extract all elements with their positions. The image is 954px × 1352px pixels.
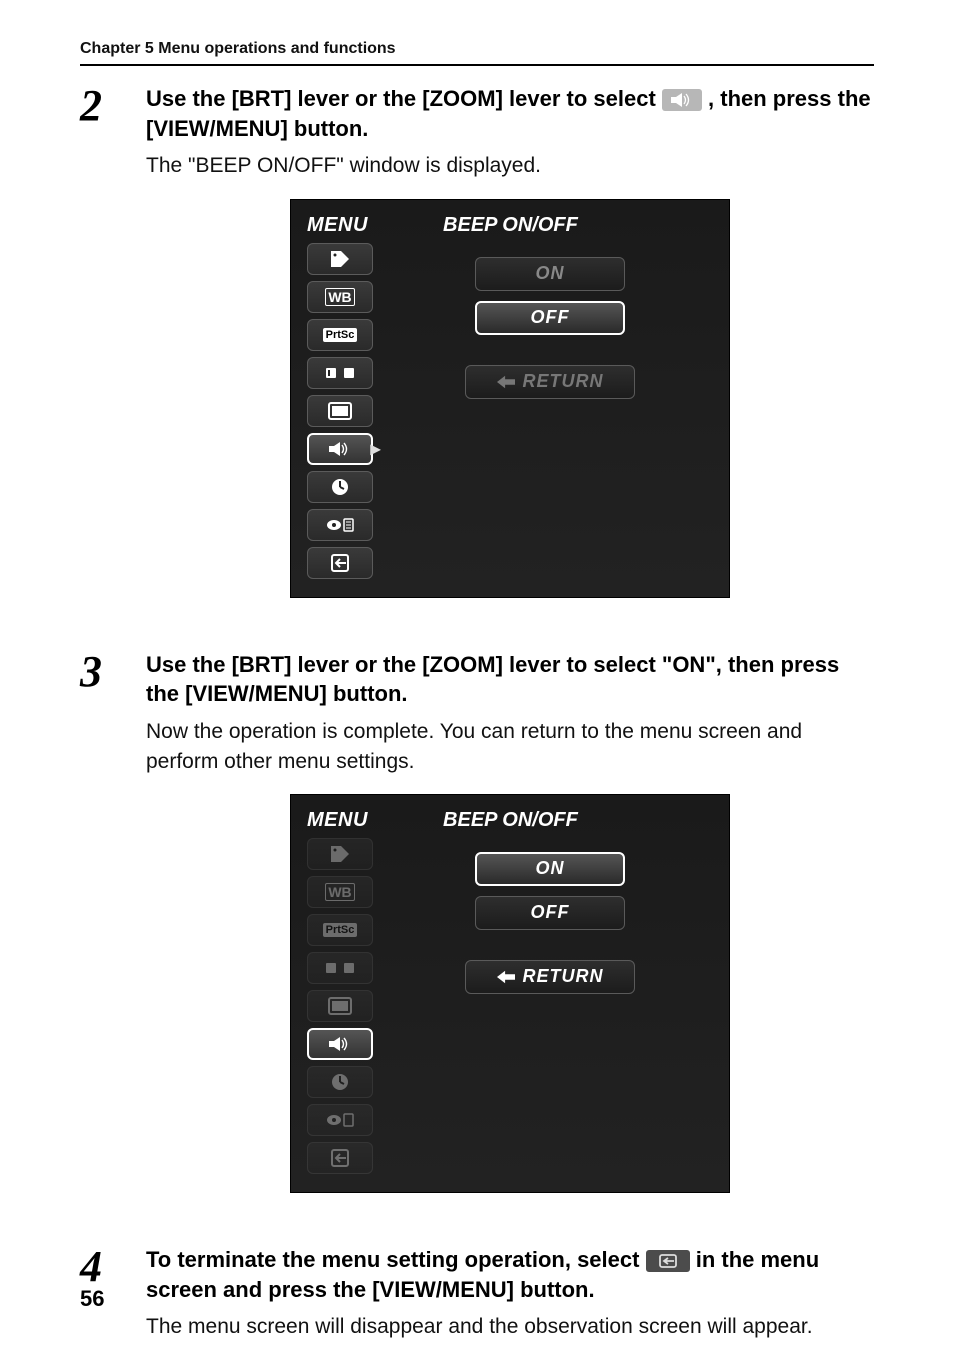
sidebar-item-prtsc[interactable]: PrtSc bbox=[307, 914, 373, 946]
return-arrow-icon bbox=[497, 375, 515, 389]
sidebar-item-card[interactable] bbox=[307, 357, 373, 389]
chapter-heading: Chapter 5 Menu operations and functions bbox=[80, 40, 874, 58]
sidebar-item-eye-list[interactable] bbox=[307, 1104, 373, 1136]
step-2-number: 2 bbox=[80, 84, 114, 626]
page-number: 56 bbox=[80, 1286, 104, 1312]
option-off[interactable]: OFF bbox=[475, 301, 625, 335]
step-4-title-before: To terminate the menu setting operation,… bbox=[146, 1247, 646, 1272]
screenshot-beep-off: MENU BEEP ON/OFF WB PrtSc ▶ bbox=[290, 199, 730, 598]
sidebar-item-display[interactable] bbox=[307, 395, 373, 427]
sidebar-item-exit[interactable] bbox=[307, 1142, 373, 1174]
step-3-title: Use the [BRT] lever or the [ZOOM] lever … bbox=[146, 650, 874, 709]
step-2: 2 Use the [BRT] lever or the [ZOOM] leve… bbox=[80, 84, 874, 626]
header-rule bbox=[80, 64, 874, 66]
option-off[interactable]: OFF bbox=[475, 896, 625, 930]
sidebar-item-exit[interactable] bbox=[307, 547, 373, 579]
option-on[interactable]: ON bbox=[475, 852, 625, 886]
sidebar-item-eye-list[interactable] bbox=[307, 509, 373, 541]
step-3-number: 3 bbox=[80, 650, 114, 1221]
menu-label: MENU bbox=[307, 214, 368, 237]
step-4-desc: The menu screen will disappear and the o… bbox=[146, 1312, 874, 1341]
sidebar-marker-icon: ▶ bbox=[370, 440, 381, 457]
sidebar-item-wb[interactable]: WB bbox=[307, 281, 373, 313]
step-4: 4 To terminate the menu setting operatio… bbox=[80, 1245, 874, 1342]
return-arrow-icon bbox=[497, 970, 515, 984]
step-2-title: Use the [BRT] lever or the [ZOOM] lever … bbox=[146, 84, 874, 143]
sidebar-item-wb[interactable]: WB bbox=[307, 876, 373, 908]
step-4-title: To terminate the menu setting operation,… bbox=[146, 1245, 874, 1304]
speaker-menu-icon bbox=[662, 89, 702, 111]
sidebar-item-beep[interactable]: ▶ bbox=[307, 433, 373, 465]
sidebar-item-tag[interactable] bbox=[307, 838, 373, 870]
menu-label-2: MENU bbox=[307, 809, 368, 832]
return-label: RETURN bbox=[523, 371, 604, 392]
sidebar-item-prtsc[interactable]: PrtSc bbox=[307, 319, 373, 351]
step-3-desc: Now the operation is complete. You can r… bbox=[146, 717, 874, 776]
option-return[interactable]: RETURN bbox=[465, 960, 635, 994]
step-2-desc: The "BEEP ON/OFF" window is displayed. bbox=[146, 151, 874, 180]
option-return[interactable]: RETURN bbox=[465, 365, 635, 399]
sidebar-item-display[interactable] bbox=[307, 990, 373, 1022]
menu-sidebar-2: WB PrtSc bbox=[307, 838, 373, 1174]
sidebar-item-card[interactable] bbox=[307, 952, 373, 984]
menu-title-2: BEEP ON/OFF bbox=[368, 809, 713, 832]
step-3: 3 Use the [BRT] lever or the [ZOOM] leve… bbox=[80, 650, 874, 1221]
screenshot-beep-on: MENU BEEP ON/OFF WB PrtSc bbox=[290, 794, 730, 1193]
sidebar-item-beep[interactable] bbox=[307, 1028, 373, 1060]
menu-title: BEEP ON/OFF bbox=[368, 214, 713, 237]
menu-sidebar: WB PrtSc ▶ bbox=[307, 243, 373, 579]
sidebar-item-clock[interactable] bbox=[307, 1066, 373, 1098]
return-label: RETURN bbox=[523, 966, 604, 987]
step-2-title-before: Use the [BRT] lever or the [ZOOM] lever … bbox=[146, 86, 662, 111]
option-on[interactable]: ON bbox=[475, 257, 625, 291]
sidebar-item-clock[interactable] bbox=[307, 471, 373, 503]
sidebar-item-tag[interactable] bbox=[307, 243, 373, 275]
exit-menu-icon bbox=[646, 1250, 690, 1272]
